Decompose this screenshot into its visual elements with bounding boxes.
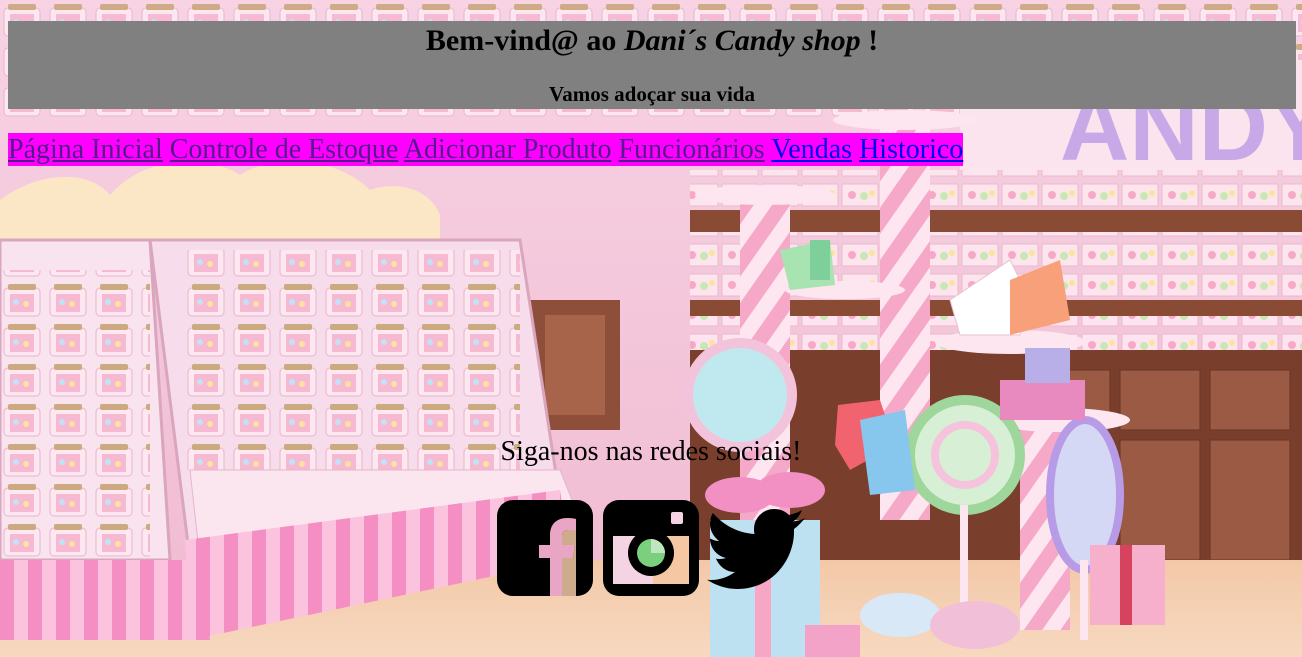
nav-link-historico[interactable]: Historico <box>859 134 963 165</box>
social-icons <box>495 498 807 598</box>
twitter-icon[interactable] <box>707 498 807 598</box>
social-heading: Siga-nos nas redes sociais! <box>500 436 802 467</box>
instagram-icon[interactable] <box>601 498 701 598</box>
shop-name: Dani´s Candy shop <box>623 24 861 57</box>
page-subtitle: Vamos adoçar sua vida <box>549 82 755 106</box>
nav-link-vendas[interactable]: Vendas <box>771 134 852 165</box>
nav-link-adicionar-produto[interactable]: Adicionar Produto <box>404 134 612 165</box>
title-suffix: ! <box>860 24 879 57</box>
site-header: Bem-vind@ ao Dani´s Candy shop ! Vamos a… <box>8 21 1296 109</box>
nav-link-pagina-inicial[interactable]: Página Inicial <box>8 134 163 165</box>
main-nav: Página Inicial Controle de Estoque Adici… <box>8 133 964 166</box>
nav-link-controle-estoque[interactable]: Controle de Estoque <box>170 134 399 165</box>
facebook-icon[interactable] <box>495 498 595 598</box>
page-title: Bem-vind@ ao Dani´s Candy shop ! <box>8 21 1296 57</box>
nav-link-funcionarios[interactable]: Funcionários <box>618 134 764 165</box>
title-prefix: Bem-vind@ ao <box>425 24 624 57</box>
